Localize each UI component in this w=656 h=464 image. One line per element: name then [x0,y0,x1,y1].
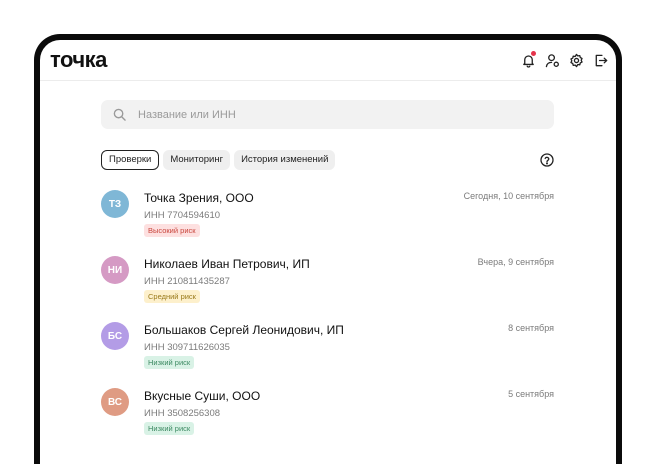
list-item[interactable]: ТЗ Точка Зрения, ООО ИНН 7704594610 Высо… [101,190,554,256]
tab-history[interactable]: История изменений [234,150,336,170]
avatar: НИ [101,256,129,284]
check-date: Вчера, 9 сентября [477,257,554,267]
company-inn: ИНН 309711626035 [144,342,230,353]
company-name[interactable]: Большаков Сергей Леонидович, ИП [144,323,344,337]
tabs: Проверки Мониторинг История изменений [101,150,336,170]
avatar: БС [101,322,129,350]
list-item[interactable]: НИ Николаев Иван Петрович, ИП ИНН 210811… [101,256,554,322]
tab-checks[interactable]: Проверки [101,150,160,170]
company-list: ТЗ Точка Зрения, ООО ИНН 7704594610 Высо… [101,190,554,454]
company-inn: ИНН 210811435287 [144,276,230,287]
risk-badge: Низкий риск [144,422,195,435]
question-circle-icon[interactable] [540,153,554,167]
company-inn: ИНН 3508256308 [144,408,221,419]
logo[interactable]: точка [50,47,107,73]
top-icons [520,51,608,68]
list-item[interactable]: БС Большаков Сергей Леонидович, ИП ИНН 3… [101,322,554,388]
risk-badge: Высокий риск [144,224,200,237]
list-item[interactable]: ВС Вкусные Суши, ООО ИНН 3508256308 Низк… [101,388,554,454]
risk-badge: Низкий риск [144,356,195,369]
bell-icon[interactable] [520,51,536,68]
company-name[interactable]: Николаев Иван Петрович, ИП [144,257,310,271]
tab-monitoring[interactable]: Мониторинг [163,150,231,170]
top-bar: точка [40,40,616,81]
check-date: 5 сентября [508,389,554,399]
search-input[interactable] [136,107,520,122]
search-icon [113,108,126,121]
app-window: точка Название или ИНН Проверки Монитори… [34,34,622,464]
notification-dot [531,51,536,56]
gear-icon[interactable] [568,52,584,68]
company-name[interactable]: Точка Зрения, ООО [144,191,254,205]
risk-badge: Средний риск [144,290,200,303]
company-inn: ИНН 7704594610 [144,210,221,221]
company-name[interactable]: Вкусные Суши, ООО [144,389,260,403]
avatar: ТЗ [101,190,129,218]
search-bar [101,100,554,129]
logout-icon[interactable] [592,52,608,68]
user-icon[interactable] [544,52,560,68]
check-date: Сегодня, 10 сентября [463,191,554,201]
avatar: ВС [101,388,129,416]
check-date: 8 сентября [508,323,554,333]
